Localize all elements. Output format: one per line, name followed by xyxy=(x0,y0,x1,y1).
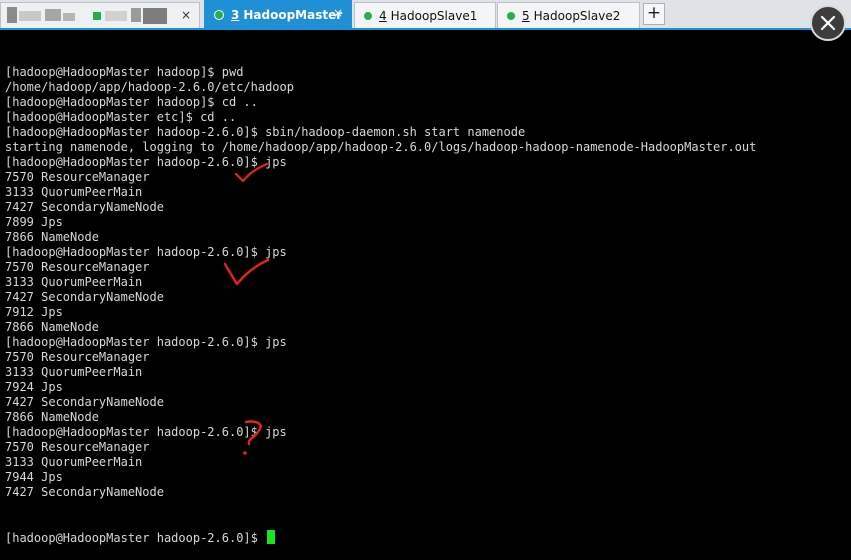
terminal-line: 7866 NameNode xyxy=(5,320,99,334)
tab-close-icon[interactable]: × xyxy=(181,8,191,22)
tab-number: 5 xyxy=(522,8,530,23)
terminal-line: 7427 SecondaryNameNode xyxy=(5,200,164,214)
tab-hadoopmaster[interactable]: 3 HadoopMaster × xyxy=(204,0,352,28)
tab-label: HadoopSlave1 xyxy=(390,8,478,23)
terminal-line: /home/hadoop/app/hadoop-2.6.0/etc/hadoop xyxy=(5,80,294,94)
terminal-line: 7944 Jps xyxy=(5,470,63,484)
tab-hadoopslave1[interactable]: 4 HadoopSlave1 xyxy=(354,2,496,28)
tab-pixelated[interactable]: × xyxy=(0,2,200,28)
terminal-line: 7427 SecondaryNameNode xyxy=(5,290,164,304)
terminal-line: 7866 NameNode xyxy=(5,230,99,244)
terminal-line: 7899 Jps xyxy=(5,215,63,229)
terminal-line: [hadoop@HadoopMaster hadoop-2.6.0]$ jps xyxy=(5,425,287,439)
terminal-line: 3133 QuorumPeerMain xyxy=(5,185,143,199)
terminal-cursor xyxy=(267,530,276,544)
terminal-line: 7570 ResourceManager xyxy=(5,350,150,364)
terminal-line: 7866 NameNode xyxy=(5,410,99,424)
tab-label: HadoopSlave2 xyxy=(533,8,621,23)
terminal-line: 3133 QuorumPeerMain xyxy=(5,275,143,289)
tab-label: HadoopMaster xyxy=(243,7,343,22)
terminal-line: [hadoop@HadoopMaster hadoop-2.6.0]$ jps xyxy=(5,335,287,349)
close-icon xyxy=(820,15,836,31)
terminal-line: 3133 QuorumPeerMain xyxy=(5,365,143,379)
terminal-line: [hadoop@HadoopMaster hadoop-2.6.0]$ jps xyxy=(5,155,287,169)
question-mark-annotation xyxy=(243,420,263,455)
terminal-line: [hadoop@HadoopMaster hadoop-2.6.0]$ sbin… xyxy=(5,125,526,139)
terminal-line: 3133 QuorumPeerMain xyxy=(5,455,143,469)
checkmark-annotation xyxy=(234,162,269,183)
terminal-line: 7924 Jps xyxy=(5,380,63,394)
tab-number: 3 xyxy=(231,7,240,22)
terminal-prompt: [hadoop@HadoopMaster hadoop-2.6.0]$ xyxy=(5,531,266,545)
terminal-line: 7912 Jps xyxy=(5,305,63,319)
status-dot-icon xyxy=(507,11,515,20)
terminal-line: [hadoop@HadoopMaster hadoop]$ pwd xyxy=(5,65,244,79)
terminal-line: 7427 SecondaryNameNode xyxy=(5,395,164,409)
status-dot-icon xyxy=(214,9,224,20)
status-dot-icon xyxy=(364,11,372,20)
terminal-line: 7570 ResourceManager xyxy=(5,170,150,184)
terminal-output[interactable]: [hadoop@HadoopMaster hadoop]$ pwd/home/h… xyxy=(5,35,845,545)
checkmark-annotation xyxy=(223,258,270,286)
pixelated-label xyxy=(7,7,17,23)
terminal-line: 7427 SecondaryNameNode xyxy=(5,485,164,499)
terminal-line: 7570 ResourceManager xyxy=(5,260,150,274)
terminal-line: [hadoop@HadoopMaster hadoop]$ cd .. xyxy=(5,95,258,109)
tab-hadoopslave2[interactable]: 5 HadoopSlave2 xyxy=(497,2,640,28)
terminal-lines: [hadoop@HadoopMaster hadoop]$ pwd/home/h… xyxy=(5,65,845,500)
new-tab-button[interactable]: + xyxy=(643,3,665,25)
tab-close-icon[interactable]: × xyxy=(333,6,343,20)
session-tab-bar: × 3 HadoopMaster × 4 HadoopSlave1 5 Hado… xyxy=(0,0,851,30)
terminal-line: 7570 ResourceManager xyxy=(5,440,150,454)
terminal-line: starting namenode, logging to /home/hado… xyxy=(5,140,757,154)
terminal-line: [hadoop@HadoopMaster hadoop-2.6.0]$ jps xyxy=(5,245,287,259)
tab-number: 4 xyxy=(379,8,387,23)
terminal-line: [hadoop@HadoopMaster etc]$ cd .. xyxy=(5,110,237,124)
